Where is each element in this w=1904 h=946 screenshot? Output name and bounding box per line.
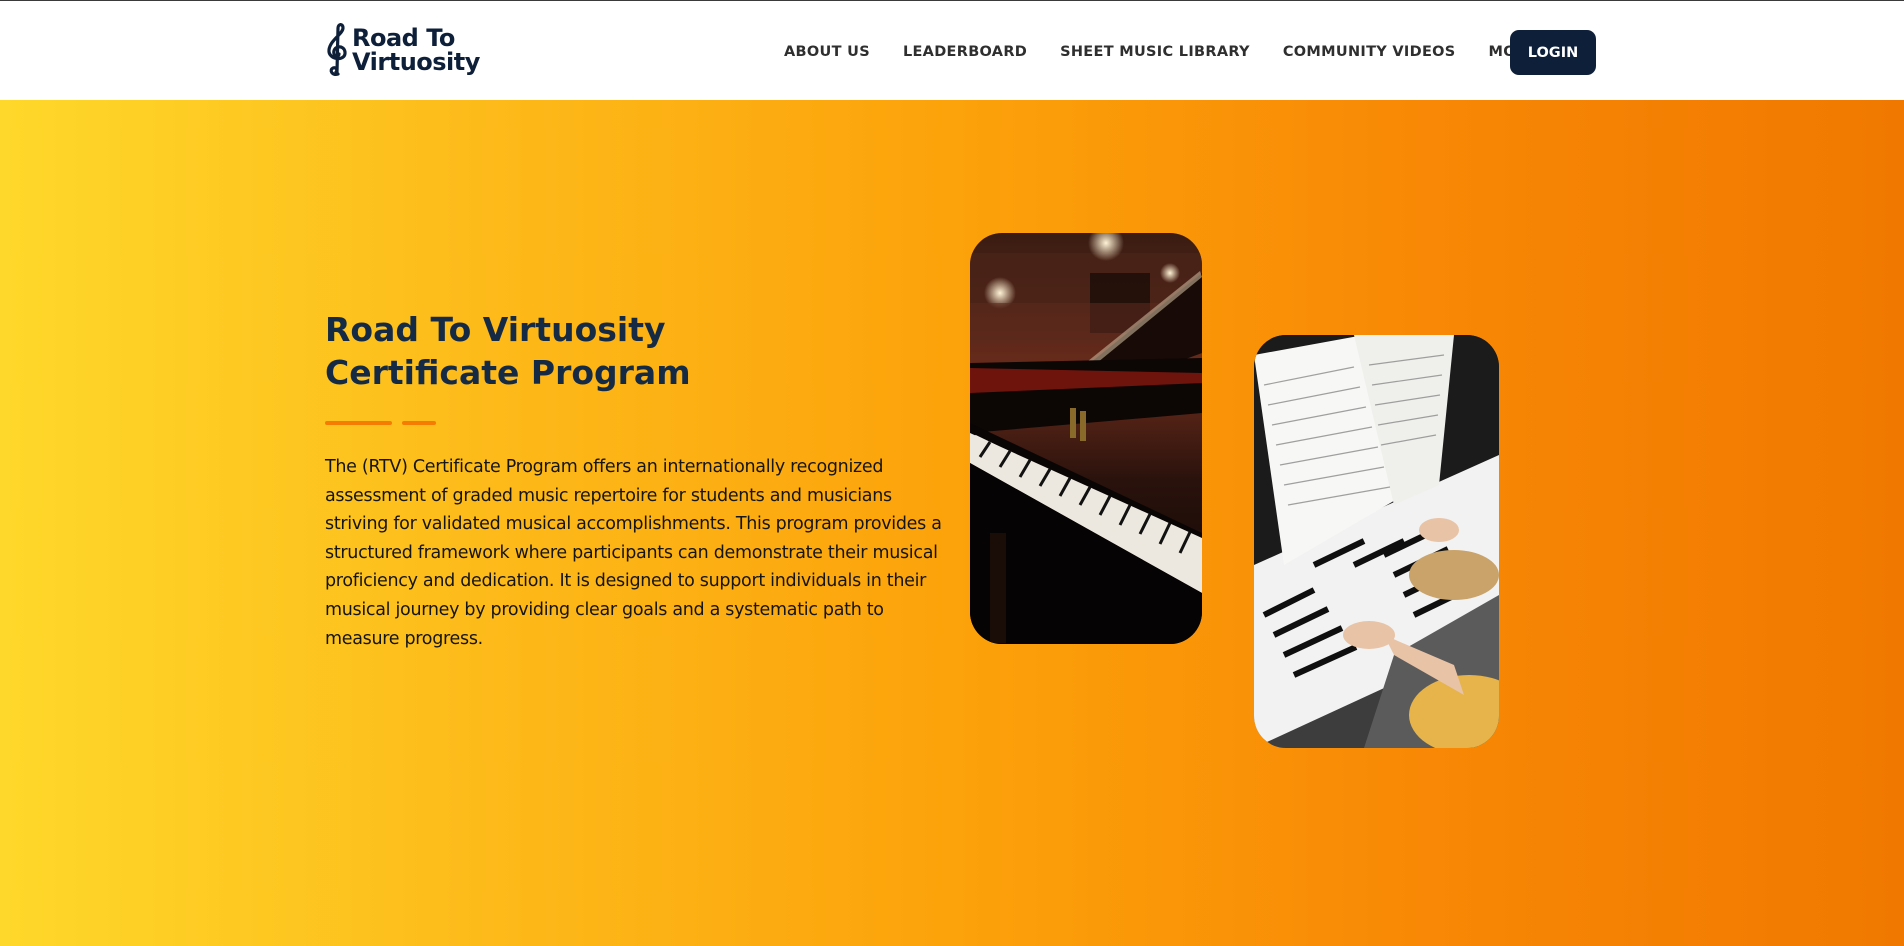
logo-name-line1: Road To [352,24,455,52]
hero-description-line: measure progress. [325,628,483,649]
hero-title-line2: Certificate Program [325,353,691,392]
accent-divider-long [325,421,392,425]
hero-description-line: striving for validated musical accomplis… [325,514,942,535]
hero-description-line: musical journey by providing clear goals… [325,599,884,620]
site-logo-text: Road To Virtuosity [352,26,480,74]
hero-description-line: assessment of graded music repertoire fo… [325,485,892,506]
grand-piano-photo [970,233,1202,644]
nav-about-us[interactable]: ABOUT US [784,44,870,60]
logo-name-line2: Virtuosity [352,48,480,76]
main-nav: ABOUT US LEADERBOARD SHEET MUSIC LIBRARY… [784,37,1554,67]
hero-description-line: The (RTV) Certificate Program offers an … [325,457,884,477]
hero-title-line1: Road To Virtuosity [325,310,666,349]
treble-clef-icon [327,23,347,76]
accent-divider-short [402,421,436,425]
site-logo[interactable]: Road To Virtuosity [324,21,480,79]
hero-description: The (RTV) Certificate Program offers an … [325,453,942,653]
nav-community-videos[interactable]: COMMUNITY VIDEOS [1283,44,1456,60]
hero-description-line: structured framework where participants … [325,542,938,563]
hero-description-line: proficiency and dedication. It is design… [325,571,927,592]
hero-section: Road To Virtuosity Certificate Program T… [0,100,1904,946]
nav-leaderboard[interactable]: LEADERBOARD [903,44,1027,60]
site-header: Road To Virtuosity ABOUT US LEADERBOARD … [0,1,1904,100]
hero-title: Road To Virtuosity Certificate Program [325,308,785,394]
piano-sheet-music-photo [1254,335,1499,748]
login-button[interactable]: LOGIN [1510,30,1596,75]
nav-sheet-music-library[interactable]: SHEET MUSIC LIBRARY [1060,44,1250,60]
